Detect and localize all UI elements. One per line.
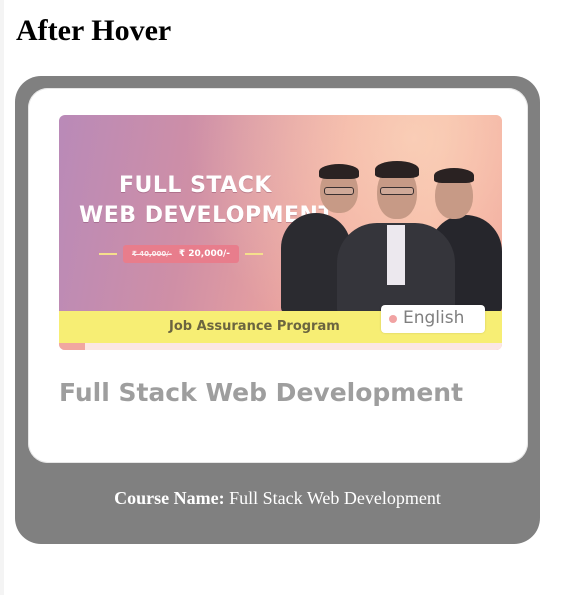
price-pill: ₹ 40,000/- ₹ 20,000/- — [123, 245, 239, 263]
page-left-edge — [0, 0, 4, 595]
course-caption: Course Name: Full Stack Web Development — [15, 488, 540, 509]
price-old: ₹ 40,000/- — [131, 250, 172, 258]
banner-strip-text: Job Assurance Program — [169, 319, 340, 334]
instructor-glasses-left — [324, 187, 354, 195]
price-new: ₹ 20,000/- — [178, 249, 231, 259]
price-dash-right — [245, 253, 263, 255]
course-title: Full Stack Web Development — [59, 378, 464, 407]
instructor-hair-center — [375, 161, 419, 178]
page-title: After Hover — [16, 14, 172, 47]
instructor-glasses-center — [380, 187, 414, 195]
language-dot-icon — [389, 315, 397, 323]
course-card[interactable]: FULL STACK WEB DEVELOPMENT ₹ 40,000/- ₹ … — [28, 88, 528, 463]
banner-progress-fill — [59, 343, 85, 350]
caption-value: Full Stack Web Development — [229, 488, 441, 508]
banner-price-row: ₹ 40,000/- ₹ 20,000/- — [99, 245, 269, 263]
instructor-shirt-center — [387, 225, 405, 285]
instructor-hair-left — [319, 164, 359, 179]
banner-title-line1: FULL STACK — [119, 173, 272, 198]
language-label: English — [403, 308, 465, 328]
price-dash-left — [99, 253, 117, 255]
course-hover-card[interactable]: FULL STACK WEB DEVELOPMENT ₹ 40,000/- ₹ … — [15, 76, 540, 544]
caption-label: Course Name: — [114, 488, 225, 508]
instructor-hair-right — [434, 168, 474, 183]
banner-progress-bar — [59, 343, 502, 350]
language-badge: English — [381, 305, 485, 333]
course-banner-image: FULL STACK WEB DEVELOPMENT ₹ 40,000/- ₹ … — [59, 115, 502, 350]
